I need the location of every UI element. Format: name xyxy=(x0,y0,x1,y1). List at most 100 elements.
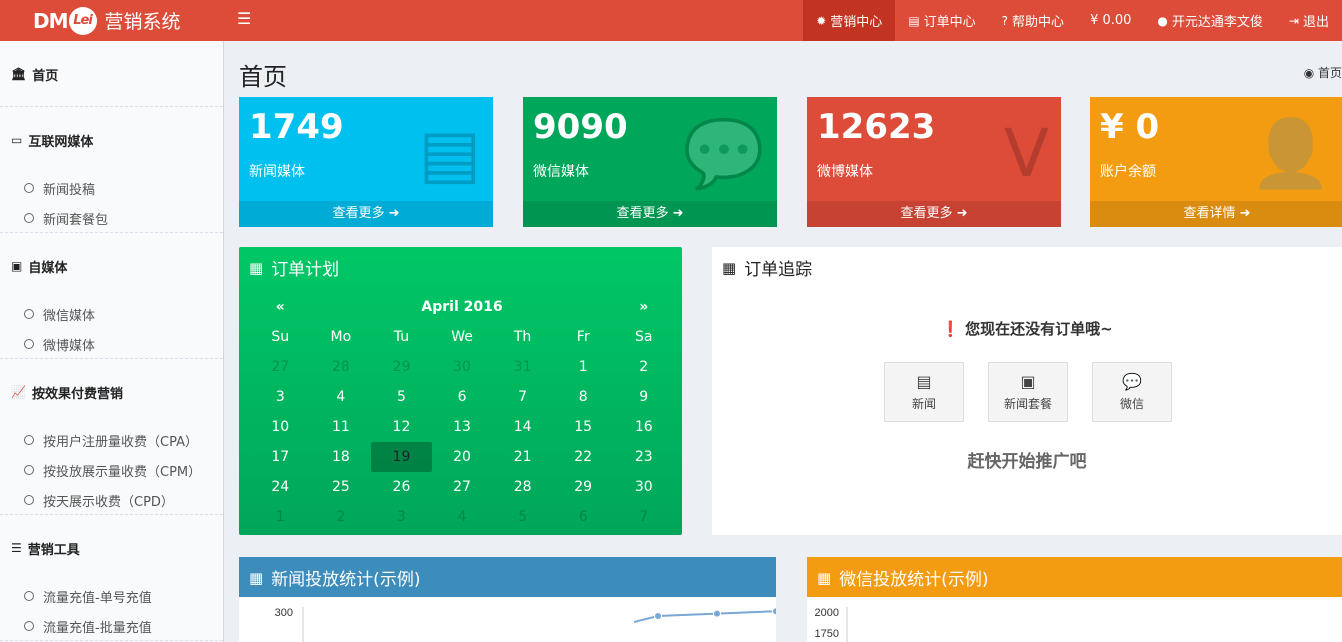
calendar-day[interactable]: 28 xyxy=(311,352,372,382)
stat-box-news-media: 1749 新闻媒体 ▤ 查看更多 ➜ xyxy=(239,97,493,227)
nav-user[interactable]: ● 开元达通李文俊 xyxy=(1144,0,1276,41)
sidebar-item-cpm[interactable]: 按投放展示量收费（CPM） xyxy=(0,455,223,485)
news-stats-header: ▦ 新闻投放统计(示例) xyxy=(239,557,776,597)
calendar-day[interactable]: 6 xyxy=(432,382,493,412)
sidebar-item-self-media[interactable]: ▣ 自媒体 xyxy=(0,233,223,299)
circle-icon xyxy=(24,339,34,349)
calendar-day[interactable]: 14 xyxy=(492,412,553,442)
nav-order-center[interactable]: ▤ 订单中心 xyxy=(895,0,988,41)
sidebar-item-internet-media[interactable]: ▭ 互联网媒体 xyxy=(0,107,223,173)
calendar-day[interactable]: 19 xyxy=(371,442,432,472)
calendar-day[interactable]: 22 xyxy=(553,442,614,472)
wechat-stats-box: ▦ 微信投放统计(示例) 2000 1750 xyxy=(807,557,1342,642)
calendar-day[interactable]: 17 xyxy=(250,442,311,472)
sidebar-item-news-submit[interactable]: 新闻投稿 xyxy=(0,173,223,203)
calendar-day[interactable]: 5 xyxy=(371,382,432,412)
calendar-day[interactable]: 3 xyxy=(250,382,311,412)
stat-value: 9090 xyxy=(533,107,628,147)
calendar-day[interactable]: 1 xyxy=(250,502,311,532)
calendar-day[interactable]: 7 xyxy=(492,382,553,412)
calendar-day[interactable]: 2 xyxy=(613,352,674,382)
calendar-day[interactable]: 26 xyxy=(371,472,432,502)
calendar-day[interactable]: 3 xyxy=(371,502,432,532)
calendar-day[interactable]: 12 xyxy=(371,412,432,442)
empty-message: ❗ 您现在还没有订单哦~ xyxy=(941,320,1113,338)
more-link[interactable]: 查看更多 ➜ xyxy=(523,201,777,227)
breadcrumb[interactable]: ◉ 首页 xyxy=(1304,64,1342,81)
calendar-day[interactable]: 27 xyxy=(250,352,311,382)
calendar-day[interactable]: 15 xyxy=(553,412,614,442)
wechat-stats-chart: 2000 1750 xyxy=(815,607,848,642)
news-button[interactable]: ▤ 新闻 xyxy=(884,362,964,422)
calendar-day[interactable]: 11 xyxy=(311,412,372,442)
stat-label: 账户余额 xyxy=(1100,164,1156,180)
calendar-day[interactable]: 6 xyxy=(553,502,614,532)
file-icon: ▤ xyxy=(908,13,920,28)
sidebar-item-recharge-batch[interactable]: 流量充值-批量充值 xyxy=(0,611,223,641)
calendar-day[interactable]: 24 xyxy=(250,472,311,502)
dashboard-icon: ◉ xyxy=(1303,66,1318,80)
sidebar-item-wechat-media[interactable]: 微信媒体 xyxy=(0,299,223,329)
calendar-next-button[interactable]: » xyxy=(613,292,674,322)
calendar-day[interactable]: 4 xyxy=(432,502,493,532)
news-package-button[interactable]: ▣ 新闻套餐 xyxy=(988,362,1068,422)
sidebar-item-news-package[interactable]: 新闻套餐包 xyxy=(0,203,223,233)
calendar-day[interactable]: 31 xyxy=(492,352,553,382)
calendar-day[interactable]: 20 xyxy=(432,442,493,472)
more-link[interactable]: 查看更多 ➜ xyxy=(807,201,1061,227)
sidebar-item-cpd[interactable]: 按天展示收费（CPD） xyxy=(0,485,223,515)
sidebar-item-home[interactable]: 🏛 首页 xyxy=(0,41,223,107)
calendar-day[interactable]: 13 xyxy=(432,412,493,442)
tracking-title: ▦ 订单追踪 xyxy=(722,258,813,281)
calendar-prev-button[interactable]: « xyxy=(250,292,311,322)
calendar-day[interactable]: 7 xyxy=(613,502,674,532)
circle-icon xyxy=(24,213,34,223)
nav-balance[interactable]: ¥ 0.00 xyxy=(1077,0,1144,41)
calendar-month[interactable]: April 2016 xyxy=(311,292,614,322)
nav-marketing-center[interactable]: ✹ 营销中心 xyxy=(803,0,896,41)
wechat-stats-title: ▦ 微信投放统计(示例) xyxy=(817,568,989,591)
sidebar-item-weibo-media[interactable]: 微博媒体 xyxy=(0,329,223,359)
calendar-day[interactable]: 29 xyxy=(553,472,614,502)
more-link[interactable]: 查看详情 ➜ xyxy=(1090,201,1342,227)
wechat-button[interactable]: 💬 微信 xyxy=(1092,362,1172,422)
order-tracking-panel: ▦ 订单追踪 ❗ 您现在还没有订单哦~ ▤ 新闻 ▣ 新闻套餐 💬 微信 赶快开始推广吧 xyxy=(712,247,1342,535)
top-nav: ✹ 营销中心 ▤ 订单中心 ? 帮助中心 ¥ 0.00 ● 开元达通李文俊 ⇥ 退出 xyxy=(803,0,1342,41)
calendar-week: 1234567 xyxy=(250,502,674,532)
calendar-day[interactable]: 4 xyxy=(311,382,372,412)
file-text-icon: ▤ xyxy=(916,372,932,391)
y-tick-label: 1750 xyxy=(815,628,839,640)
wechat-icon: 💬 xyxy=(682,115,765,192)
sidebar-item-performance-marketing[interactable]: 📈 按效果付费营销 xyxy=(0,359,223,425)
sidebar-item-recharge-single[interactable]: 流量充值-单号充值 xyxy=(0,581,223,611)
calendar-day[interactable]: 21 xyxy=(492,442,553,472)
calendar-day[interactable]: 8 xyxy=(553,382,614,412)
calendar-day[interactable]: 25 xyxy=(311,472,372,502)
stat-box-balance: ¥ 0 账户余额 👤 查看详情 ➜ xyxy=(1090,97,1342,227)
nav-logout[interactable]: ⇥ 退出 xyxy=(1276,0,1342,41)
calendar-day[interactable]: 10 xyxy=(250,412,311,442)
calendar-day[interactable]: 5 xyxy=(492,502,553,532)
weekday-label: Su xyxy=(271,329,290,345)
calendar-day[interactable]: 18 xyxy=(311,442,372,472)
calendar-day[interactable]: 16 xyxy=(613,412,674,442)
calendar-day[interactable]: 9 xyxy=(613,382,674,412)
calendar-day[interactable]: 29 xyxy=(371,352,432,382)
calendar-day[interactable]: 23 xyxy=(613,442,674,472)
circle-icon xyxy=(24,465,34,475)
more-link[interactable]: 查看更多 ➜ xyxy=(239,201,493,227)
calendar-day[interactable]: 30 xyxy=(432,352,493,382)
sidebar-item-marketing-tools[interactable]: ☰ 营销工具 xyxy=(0,515,223,581)
nav-help-center[interactable]: ? 帮助中心 xyxy=(989,0,1077,41)
calendar-day[interactable]: 27 xyxy=(432,472,493,502)
bars-icon[interactable]: ☰ xyxy=(237,9,251,28)
calendar-day[interactable]: 1 xyxy=(553,352,614,382)
calendar-day[interactable]: 28 xyxy=(492,472,553,502)
calendar-day[interactable]: 30 xyxy=(613,472,674,502)
logo[interactable]: DM Lei 营销系统 xyxy=(0,0,224,41)
calendar-day[interactable]: 2 xyxy=(311,502,372,532)
circle-icon xyxy=(24,183,34,193)
y-tick-label: 2000 xyxy=(815,607,839,619)
weekday-label: We xyxy=(451,329,473,345)
sidebar-item-cpa[interactable]: 按用户注册量收费（CPA） xyxy=(0,425,223,455)
